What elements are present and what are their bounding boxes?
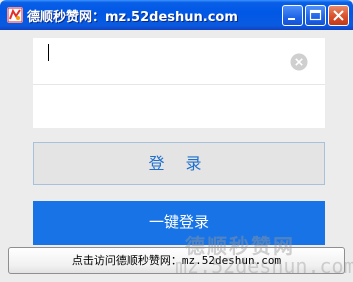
visit-site-url: mz.52deshun.com (181, 254, 282, 267)
title-bar[interactable]: 德顺秒赞网：mz.52deshun.com (0, 0, 353, 30)
window-title: 德顺秒赞网：mz.52deshun.com (27, 10, 238, 25)
account-input[interactable] (43, 44, 283, 74)
login-form-card (33, 38, 325, 128)
account-row (33, 38, 325, 85)
one-click-login-button[interactable]: 一键登录 (33, 201, 325, 245)
clear-circle-icon[interactable] (290, 53, 308, 71)
close-icon (333, 10, 344, 21)
text-caret (48, 44, 49, 61)
maximize-button[interactable] (305, 5, 326, 26)
visit-site-link[interactable]: 点击访问德顺秒赞网：mz.52deshun.com (8, 247, 345, 274)
minimize-button[interactable] (282, 5, 303, 26)
minimize-icon (288, 18, 295, 20)
close-button[interactable] (328, 5, 349, 26)
login-button[interactable]: 登 录 (33, 142, 325, 185)
password-input[interactable] (43, 91, 283, 121)
client-area: 登 录 一键登录 点击访问德顺秒赞网：mz.52deshun.com (3, 30, 350, 279)
app-logo-icon (7, 7, 23, 23)
password-row (33, 85, 325, 128)
visit-site-text: 点击访问德顺秒赞网： (71, 254, 182, 267)
app-window: 德顺秒赞网：mz.52deshun.com 登 录 一键登录 点击访问德顺秒赞网… (0, 0, 353, 282)
maximize-icon (309, 9, 322, 21)
